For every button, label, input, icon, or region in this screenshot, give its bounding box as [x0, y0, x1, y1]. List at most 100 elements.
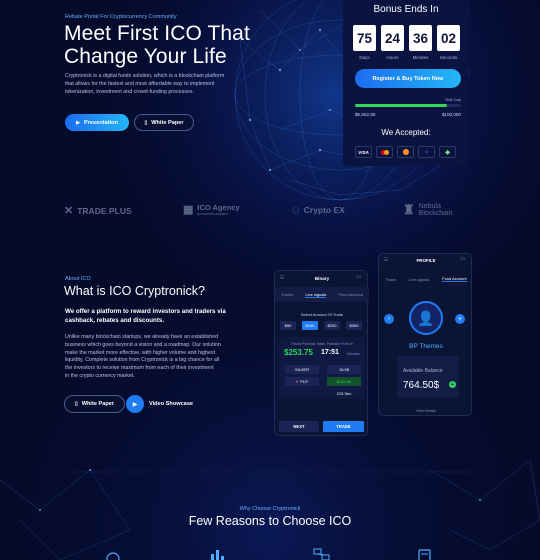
about-white-paper-button[interactable]: ▯ White Paper — [64, 395, 125, 413]
select-amount-label: Select Amount Of Trade — [300, 312, 344, 317]
register-buy-token-label: Register & Buy Token Now — [372, 75, 444, 82]
plus-icon[interactable]: + — [449, 381, 456, 388]
countdown-days: 75 — [353, 25, 376, 51]
tab-live-signals[interactable]: Live signals — [408, 277, 429, 282]
about-body-line: liquidity. Complete solution from Cryptr… — [65, 357, 220, 364]
menu-icon[interactable]: ☰ — [384, 257, 388, 263]
menu-icon[interactable]: ☰ — [280, 275, 284, 281]
hours-label: Hours — [386, 55, 399, 60]
add-icon[interactable]: + — [455, 314, 465, 324]
balance-label: Available Balance — [403, 368, 443, 374]
presentation-button[interactable]: ▶ Presentation — [65, 114, 129, 131]
hero-title-line1: Meet First ICO That — [64, 22, 250, 45]
hero-title-line2: Change Your Life — [64, 45, 227, 68]
back-arrow-icon[interactable]: ‹ — [384, 314, 394, 324]
hero-description-line: Cryptronick is a digital funds solution,… — [65, 73, 225, 79]
partner-name: ICO Agency — [197, 203, 240, 212]
about-body-line: business which goes beyond a vision and … — [65, 341, 221, 348]
reasons-title: Few Reasons to Choose ICO — [188, 514, 352, 528]
document-icon: ▯ — [74, 401, 78, 407]
silver-badge: SILVER — [285, 365, 319, 374]
found-trade-label: Found Potential Trade, Potential Profit … — [291, 342, 353, 346]
countdown-card: Bonus Ends In 75 24 36 02 Days Hours Min… — [343, 0, 469, 166]
value-2: $120.98 — [327, 377, 361, 386]
profile-phone-mockup: PROFILE ☰ ▭ Trade Live signals Fund Acco… — [378, 253, 472, 416]
chat-icon[interactable]: ▭ — [356, 274, 361, 280]
video-showcase-label[interactable]: Video Showcase — [149, 401, 193, 407]
presentation-label: Presentation — [83, 119, 118, 126]
register-buy-token-button[interactable]: Register & Buy Token Now — [355, 69, 461, 88]
hero-description: Cryptronick is a digital funds solution,… — [65, 73, 265, 96]
partner-nebula[interactable]: ♜ Nebula Blockchain — [403, 202, 453, 218]
about-body: Unlike many blockchain startups, we alre… — [65, 334, 265, 381]
partner-name: TRADE PLUS — [77, 205, 132, 216]
about-eyebrow: About ICO — [65, 276, 91, 282]
progress-track — [355, 104, 461, 107]
ethereum-icon: ◆ — [439, 146, 456, 158]
about-lead-line: We offer a platform to reward investors … — [65, 308, 226, 315]
partner-sub: Blockchain — [418, 210, 453, 217]
put-button[interactable]: ♥ PUT — [285, 377, 319, 386]
raised-amount: $5,552.80 — [355, 112, 376, 117]
minutes-label: Minutes — [412, 55, 429, 60]
trade-plus-logo-icon: ✕ — [64, 205, 74, 217]
balance-value: 764.50$ — [403, 380, 440, 391]
hero-subtitle: Rebate Portal For Cryptocurrency Communi… — [65, 14, 177, 20]
ripple-icon: ⁘ — [418, 146, 435, 158]
amount-300-button[interactable]: $300 — [346, 321, 362, 330]
ico-agency-logo-icon: ▦ — [183, 204, 194, 216]
partner-name-block: Nebula Blockchain — [419, 203, 453, 217]
partner-crypto-ex[interactable]: ◌ Crypto EX — [292, 202, 345, 217]
binary-phone-mockup: Binary ☰ ▭ Trades Live signals Fund Acco… — [274, 270, 369, 436]
avatar-icon: 👤 — [409, 301, 443, 335]
document-icon: ▯ — [144, 119, 148, 126]
profile-name: BP Themes — [409, 343, 443, 350]
about-body-line: the investors to receive maximum from ea… — [65, 365, 214, 372]
white-paper-label: White Paper — [151, 119, 184, 126]
target-amount: $100,000 — [441, 112, 461, 117]
profit-value: $253.75 — [284, 348, 313, 357]
about-body-line: Unlike many blockchain startups, we alre… — [65, 334, 219, 340]
hero-white-paper-button[interactable]: ▯ White Paper — [134, 114, 194, 131]
view-details-link[interactable]: View Details — [379, 409, 473, 413]
tab-fund-account[interactable]: Fund Account — [442, 276, 467, 282]
soft-cap-label: Soft Cap — [445, 97, 461, 102]
binary-title: Binary — [314, 276, 330, 281]
hero-description-line: that allows for the fastest and most aff… — [65, 80, 215, 87]
tab-trades[interactable]: Trades — [281, 292, 293, 297]
bar-chart-icon — [208, 548, 226, 560]
video-play-button[interactable]: ▶ — [126, 395, 144, 413]
mastercard-icon — [376, 146, 393, 158]
document-stack-icon — [416, 548, 434, 560]
partner-trade-plus[interactable]: ✕ TRADE PLUS — [64, 204, 132, 217]
accepted-title: We Accepted: — [381, 128, 431, 137]
partner-ico-agency[interactable]: ▦ ICO Agency BY CRYPTO AGENCY — [183, 203, 240, 216]
tab-fund-account[interactable]: Fund Account — [338, 292, 362, 297]
hero-description-line: tokenization, investment and crowd-fundi… — [65, 88, 194, 95]
trade-button[interactable]: TRADE — [323, 421, 364, 432]
about-title: What is ICO Cryptronick? — [64, 284, 206, 298]
visa-icon: VISA — [355, 146, 372, 158]
chat-icon[interactable]: ▭ — [460, 256, 465, 262]
tab-trade[interactable]: Trade — [385, 277, 395, 282]
tab-live-signals[interactable]: Live signals — [305, 292, 327, 298]
white-paper-label: White Paper — [81, 401, 115, 407]
countdown-seconds: 02 — [437, 25, 460, 51]
profile-title: PROFILE — [416, 258, 436, 263]
value-3: 215 Sec — [336, 390, 352, 396]
progress-fill — [355, 104, 448, 107]
countdown-minutes: 36 — [409, 25, 432, 51]
partner-name: Nebula — [418, 203, 441, 210]
amount-50-button[interactable]: $50 — [280, 321, 296, 330]
amount-100-button[interactable]: $100 — [302, 321, 318, 330]
timer-value: 17:51 — [321, 349, 339, 356]
amount-200-button[interactable]: $200 — [324, 321, 340, 330]
value-1: 15.98 — [327, 365, 361, 374]
partner-name: Crypto EX — [303, 204, 345, 215]
play-icon: ▶ — [132, 401, 138, 408]
next-button[interactable]: NEXT — [279, 421, 319, 432]
trade-panel: Found Potential Trade, Potential Profit … — [279, 337, 365, 399]
balance-panel: Available Balance 764.50$ + — [397, 356, 459, 398]
reasons-eyebrow: Why Choose Cryptronick — [239, 506, 301, 512]
about-lead: We offer a platform to reward investors … — [65, 307, 226, 325]
